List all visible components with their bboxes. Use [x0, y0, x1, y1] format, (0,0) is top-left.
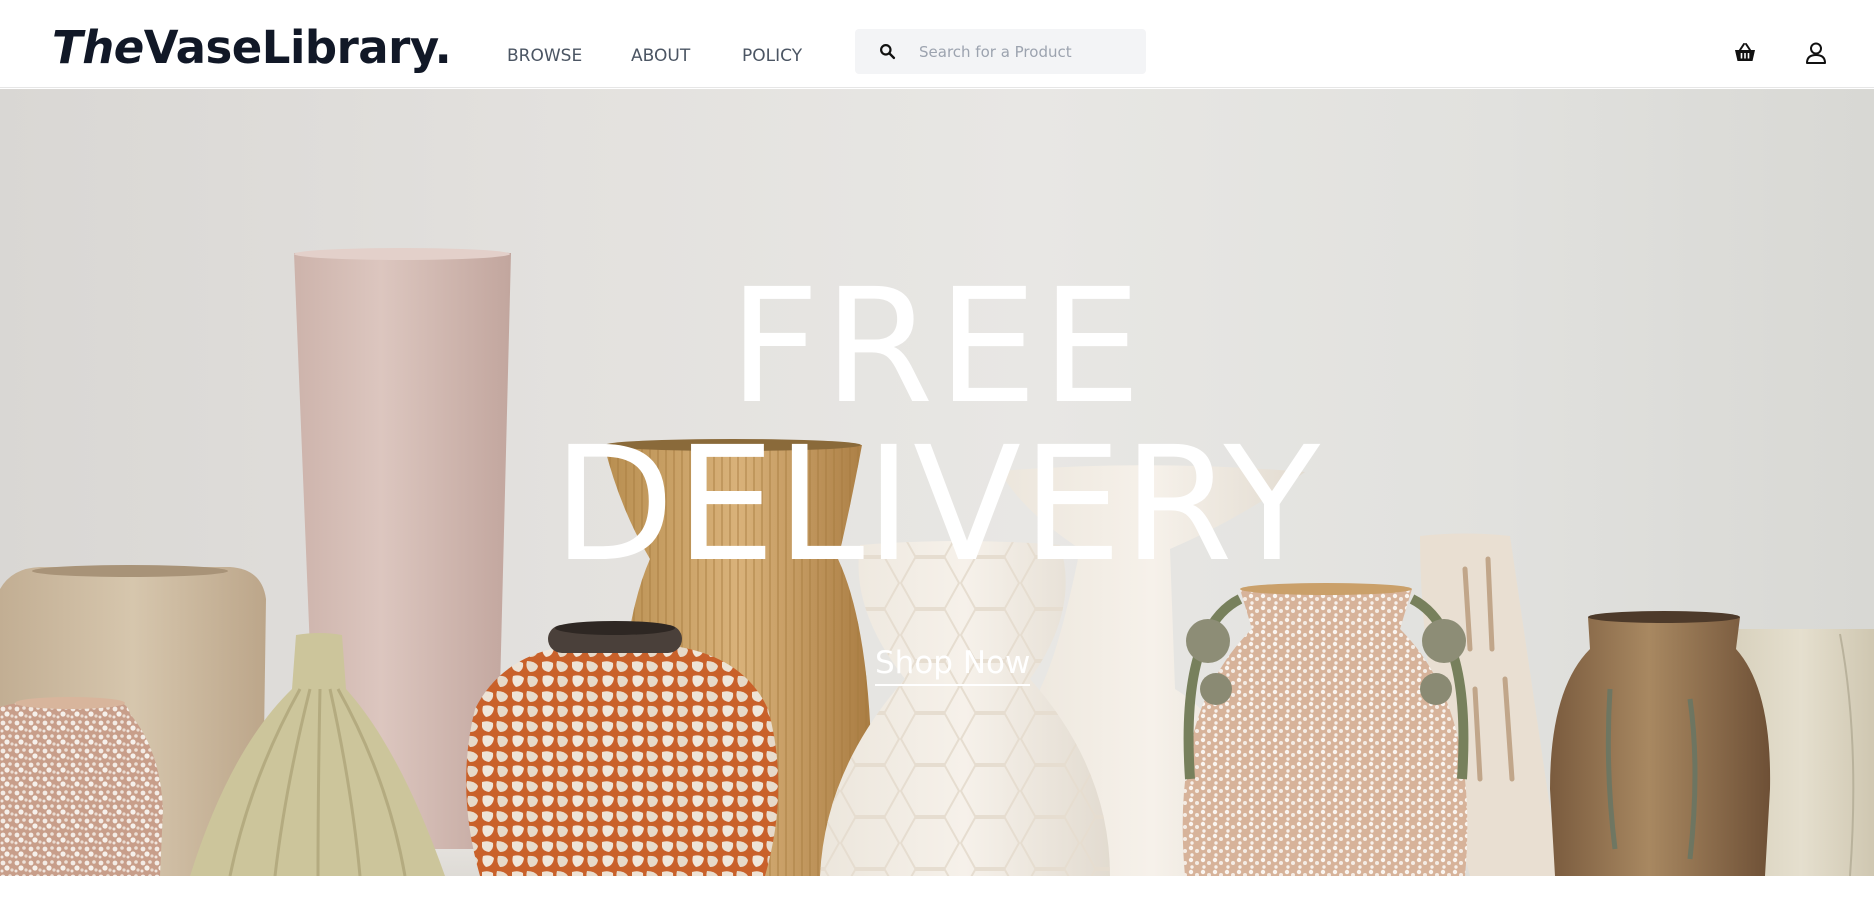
- user-icon[interactable]: [1803, 40, 1829, 66]
- search-input[interactable]: [919, 29, 1129, 74]
- logo-prefix: The: [52, 21, 144, 74]
- site-header: TheVaseLibrary. BROWSE ABOUT POLICY: [0, 0, 1874, 88]
- logo-suffix: VaseLibrary.: [143, 21, 452, 74]
- hero-banner: FREE DELIVERY Shop Now: [0, 89, 1874, 876]
- nav-browse[interactable]: BROWSE: [507, 46, 582, 66]
- basket-icon[interactable]: [1732, 40, 1758, 66]
- nav-policy[interactable]: POLICY: [742, 46, 802, 66]
- hero-title-line1: FREE: [728, 255, 1146, 439]
- nav-about[interactable]: ABOUT: [631, 46, 690, 66]
- shop-now-link[interactable]: Shop Now: [875, 644, 1031, 686]
- search-bar: [855, 29, 1146, 74]
- hero-title-line2: DELIVERY: [552, 413, 1322, 597]
- site-logo[interactable]: TheVaseLibrary.: [52, 18, 452, 78]
- search-icon[interactable]: [879, 43, 896, 60]
